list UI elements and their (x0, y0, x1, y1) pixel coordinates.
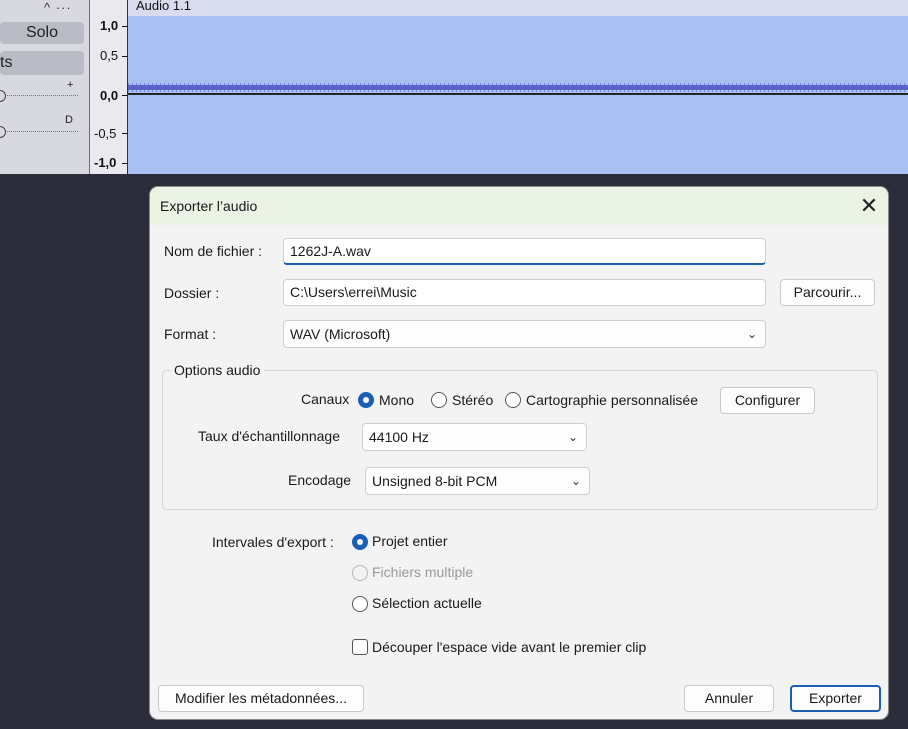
folder-label: Dossier : (164, 285, 220, 301)
encoding-value: Unsigned 8-bit PCM (372, 473, 498, 489)
chevron-down-icon: ⌄ (746, 327, 757, 341)
chevron-down-icon: ⌄ (567, 430, 578, 444)
current-selection-radio[interactable] (352, 596, 368, 612)
format-label: Format : (164, 326, 217, 342)
export-range-label: Intervales d'export : (212, 534, 334, 550)
dialog-title: Exporter l’audio (160, 198, 258, 214)
clip-header[interactable]: Audio 1.1 (128, 0, 908, 16)
waveform-view[interactable]: Audio 1.1 (128, 0, 908, 174)
track-menu-icon[interactable]: ^ ··· (44, 0, 72, 15)
encoding-label: Encodage (288, 472, 352, 488)
edit-metadata-button[interactable]: Modifier les métadonnées... (158, 685, 364, 712)
samplerate-value: 44100 Hz (369, 429, 429, 445)
folder-field[interactable]: C:\Users\errei\Music (283, 279, 766, 306)
format-value: WAV (Microsoft) (290, 326, 391, 342)
stereo-radio[interactable] (431, 392, 447, 408)
export-button[interactable]: Exporter (790, 685, 881, 712)
whole-project-label[interactable]: Projet entier (372, 533, 447, 549)
browse-button[interactable]: Parcourir... (780, 279, 875, 306)
gain-plus-mark: + (67, 79, 74, 91)
ruler-label: 0,0 (100, 88, 119, 103)
samplerate-label: Taux d'échantillonnage (198, 428, 341, 444)
zero-line (128, 93, 908, 95)
encoding-select[interactable]: Unsigned 8-bit PCM ⌄ (365, 467, 590, 495)
gain-slider[interactable] (0, 90, 78, 102)
ruler-label: 1,0 (100, 18, 119, 33)
pan-slider[interactable] (0, 126, 78, 138)
close-icon[interactable]: ✕ (854, 191, 884, 221)
solo-button[interactable]: Solo (0, 22, 84, 44)
ruler-label: 0,5 (100, 48, 119, 63)
custom-mapping-label[interactable]: Cartographie personnalisée (526, 392, 698, 408)
whole-project-radio[interactable] (352, 534, 368, 550)
current-selection-label[interactable]: Sélection actuelle (372, 595, 482, 611)
pan-slider-knob[interactable] (0, 126, 6, 138)
custom-mapping-radio[interactable] (505, 392, 521, 408)
export-audio-dialog: Exporter l’audio ✕ Nom de fichier : 1262… (150, 187, 888, 719)
gain-slider-knob[interactable] (0, 90, 6, 102)
dialog-titlebar[interactable]: Exporter l’audio ✕ (150, 187, 888, 225)
multiple-files-label: Fichiers multiple (372, 564, 474, 580)
ruler-label: -1,0 (94, 155, 117, 170)
clip-title: Audio 1.1 (136, 0, 191, 13)
cancel-button[interactable]: Annuler (684, 685, 774, 712)
amplitude-ruler: 1,0 0,5 0,0 -0,5 -1,0 (90, 0, 128, 174)
effects-button[interactable]: ts (0, 51, 84, 75)
channels-label: Canaux (301, 391, 350, 407)
multiple-files-radio (352, 565, 368, 581)
format-select[interactable]: WAV (Microsoft) ⌄ (283, 320, 766, 348)
mono-radio[interactable] (358, 392, 374, 408)
trim-silence-label[interactable]: Découper l'espace vide avant le premier … (372, 639, 646, 655)
configure-button[interactable]: Configurer (720, 387, 815, 414)
chevron-down-icon: ⌄ (570, 474, 581, 488)
filename-field[interactable]: 1262J-A.wav (283, 238, 766, 265)
audio-options-title: Options audio (170, 362, 265, 378)
pan-right-mark: D (65, 114, 73, 126)
mono-label[interactable]: Mono (379, 392, 414, 408)
stereo-label[interactable]: Stéréo (452, 392, 493, 408)
samplerate-select[interactable]: 44100 Hz ⌄ (362, 423, 587, 451)
ruler-label: -0,5 (94, 126, 117, 141)
filename-label: Nom de fichier : (164, 243, 263, 259)
trim-silence-checkbox[interactable] (352, 639, 368, 655)
track-control-panel: ^ ··· Solo ts + D (0, 0, 90, 174)
waveform-band (128, 85, 908, 90)
